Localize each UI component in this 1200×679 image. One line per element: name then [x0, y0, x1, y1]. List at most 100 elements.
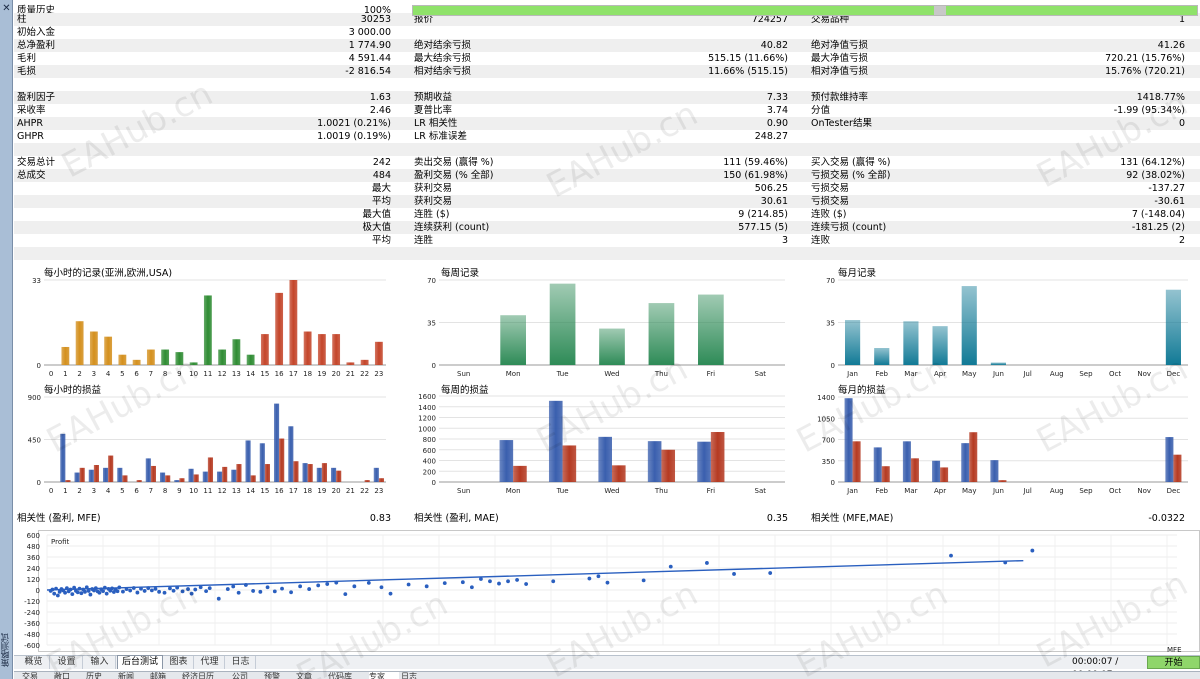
loss-bar [998, 480, 1007, 482]
scatter-point [668, 564, 673, 569]
stat-label: 亏损交易 [811, 183, 850, 194]
stat-label: 初始入金 [17, 27, 56, 38]
loss-bar [222, 466, 228, 482]
progress-separator [934, 6, 946, 15]
stat-label: AHPR [17, 118, 43, 129]
stat-label: GHPR [17, 131, 44, 142]
toolbox-tabs: 交易 敞口 历史 新闻 邮箱 经济日历 公司 预警 文章 代码库 专家 日志 [14, 671, 1200, 679]
toolbox-tab-9[interactable]: 代码库 [328, 672, 367, 679]
chart-bar [698, 294, 724, 365]
stat-label: 预付款维持率 [811, 92, 869, 103]
tab-5[interactable]: 代理 [195, 656, 225, 669]
tester-sidebar: ✕ 策略测试 [0, 0, 13, 679]
tab-3[interactable]: 后台测试 [117, 655, 163, 669]
x-tick-label: 10 [189, 370, 198, 378]
profit-bar [302, 463, 308, 482]
scatter-point [75, 590, 80, 595]
profit-bar [373, 467, 379, 482]
start-button[interactable]: 开始 [1147, 656, 1200, 669]
x-tick-label: Fri [707, 487, 715, 495]
x-tick-label: Tue [556, 370, 569, 378]
profit-bar [844, 398, 853, 482]
profit-bar [216, 471, 223, 482]
stat-value: 3.74 [766, 105, 788, 116]
loss-bar [1173, 454, 1182, 482]
tab-6[interactable]: 日志 [226, 656, 256, 669]
x-tick-label: 2 [77, 370, 81, 378]
chart-bar [500, 315, 526, 365]
y-tick-label: 1400 [817, 394, 835, 402]
chart-bar [599, 328, 625, 365]
stat-value: 1 774.90 [348, 40, 391, 51]
trend-line [46, 559, 1024, 591]
stat-value: 9 (214.85) [738, 209, 788, 220]
x-tick-label: 12 [218, 487, 227, 495]
tab-4[interactable]: 图表 [164, 656, 194, 669]
toolbox-tab-2[interactable]: 历史 [86, 672, 116, 679]
tab-1[interactable]: 设置 [51, 656, 83, 669]
stat-label: 总净盈利 [17, 40, 56, 51]
chart-bar [845, 320, 861, 365]
y-tick-label: 1200 [418, 415, 436, 423]
toolbox-tab-8[interactable]: 文章 [296, 672, 326, 679]
stat-value: 11.66% (515.15) [708, 66, 788, 77]
toolbox-tab-0[interactable]: 交易 [22, 672, 52, 679]
stat-label: 连败 ($) [811, 209, 847, 220]
x-tick-label: 21 [346, 487, 355, 495]
correlation-value: 0.83 [369, 513, 391, 524]
loss-bar [307, 464, 313, 482]
tab-2[interactable]: 输入 [84, 656, 116, 669]
x-tick-label: Sep [1079, 487, 1093, 495]
profit-bar [188, 468, 194, 482]
toolbox-tab-7[interactable]: 预警 [264, 672, 294, 679]
stat-value: 111 (59.46%) [723, 157, 788, 168]
toolbox-tab-5[interactable]: 经济日历 [182, 672, 230, 679]
chart-bar [104, 336, 113, 365]
close-icon[interactable]: ✕ [1, 3, 12, 14]
chart-bar [118, 354, 127, 365]
scatter-point [88, 592, 93, 597]
profit-bar [259, 443, 265, 482]
toolbox-tab-3[interactable]: 新闻 [118, 672, 148, 679]
stats-row [14, 143, 1200, 156]
bar-chart-svg: 0 35 70 Sun Mon Tue Wed Thu Fri Sat [427, 277, 785, 378]
stat-value: 3 000.00 [348, 27, 391, 38]
toolbox-tab-6[interactable]: 公司 [232, 672, 262, 679]
scatter-point [115, 589, 120, 594]
bar-chart: 每周记录 0 35 70 Sun Mon Tue Wed Thu Fri Sat [411, 265, 791, 380]
x-tick-label: Wed [604, 370, 619, 378]
x-tick-label: 5 [120, 370, 124, 378]
x-tick-label: Jan [846, 487, 858, 495]
x-tick-label: 1 [63, 487, 67, 495]
chart-bar [189, 362, 198, 365]
stat-label: 柱 [17, 14, 27, 25]
scatter-point [225, 587, 230, 591]
tab-0[interactable]: 概览 [18, 656, 50, 669]
chart-bar [648, 303, 675, 365]
loss-bar [336, 470, 342, 482]
scatter-point [146, 586, 151, 591]
chart-bar [132, 359, 141, 365]
scatter-point [605, 580, 610, 585]
toolbox-tab-4[interactable]: 邮箱 [150, 672, 180, 679]
toolbox-tab-1[interactable]: 敞口 [54, 672, 84, 679]
y-tick-label: -360 [24, 620, 40, 628]
stat-label: 夏普比率 [414, 105, 453, 116]
loss-bar [264, 464, 271, 482]
toolbox-tab-11[interactable]: 日志 [401, 672, 431, 679]
scatter-point [388, 591, 393, 596]
y-tick-label: 200 [423, 468, 436, 476]
scatter-point [149, 588, 154, 593]
toolbox-tab-10[interactable]: 专家 [369, 672, 399, 679]
scatter-point [732, 572, 736, 576]
stats-row: 总净盈利 1 774.90 绝对结余亏损 40.82 绝对净值亏损 41.26 [14, 39, 1200, 52]
loss-bar [852, 441, 861, 482]
x-tick-label: Jul [1022, 370, 1032, 378]
loss-bar [940, 467, 949, 482]
stat-value: 92 (38.02%) [1126, 170, 1185, 181]
x-tick-label: 7 [149, 370, 153, 378]
stats-row: 平均 连胜 3 连败 2 [14, 234, 1200, 247]
bar-chart: 每周的损益 0 200 400 600 800 1000 1200 1400 1600 Sun Mon… [411, 382, 791, 497]
stat-value: 最大 [371, 183, 391, 194]
bar-chart: 每小时的记录(亚洲,欧洲,USA) 0 33 0 1 2 3 4 5 6 7 8 9 10 11 12 13 14… [14, 265, 394, 380]
